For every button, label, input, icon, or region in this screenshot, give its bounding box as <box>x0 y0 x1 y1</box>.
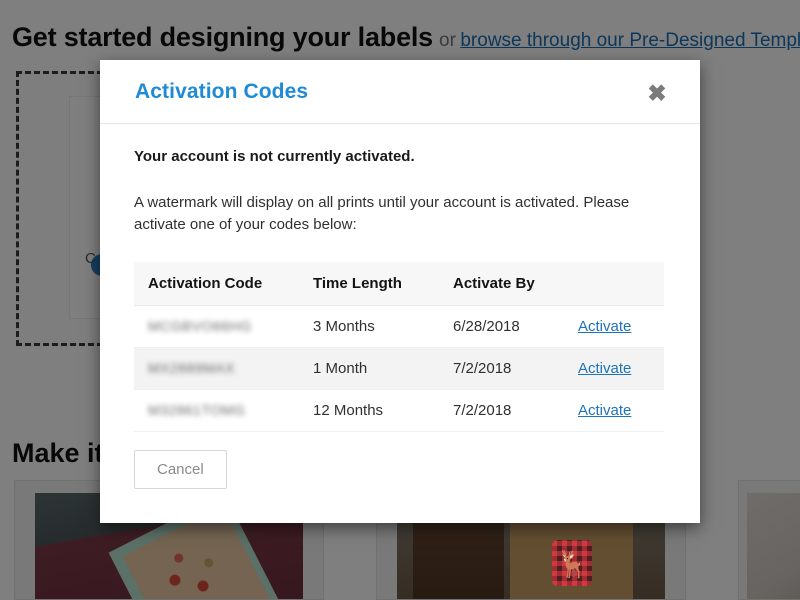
activate-link[interactable]: Activate <box>578 360 631 377</box>
column-header-time-length: Time Length <box>299 262 439 307</box>
deer-tag-icon: 🦌 <box>552 539 593 586</box>
modal-footer: Cancel <box>100 450 700 523</box>
cell-action: Activate <box>564 389 664 433</box>
column-header-activate-by: Activate By <box>439 262 564 307</box>
cancel-button[interactable]: Cancel <box>134 450 227 489</box>
activation-codes-table: Activation Code Time Length Activate By … <box>134 262 664 433</box>
cell-activation-code: M32861TOMG <box>134 389 299 433</box>
cell-time-length: 3 Months <box>299 305 439 349</box>
activate-link[interactable]: Activate <box>578 402 631 419</box>
table-row: M32861TOMG 12 Months 7/2/2018 Activate <box>134 389 664 433</box>
redacted-activation-code: MX2889MAX <box>148 360 235 377</box>
screen-root: Get started designing your labelsor brow… <box>0 0 800 600</box>
column-header-action <box>564 262 664 307</box>
activation-codes-modal: Activation Codes ✖ Your account is not c… <box>100 60 700 523</box>
table-row: MX2889MAX 1 Month 7/2/2018 Activate <box>134 347 664 391</box>
deer-glyph: 🦌 <box>556 548 589 579</box>
cell-action: Activate <box>564 347 664 391</box>
close-icon[interactable]: ✖ <box>642 78 672 108</box>
cell-activation-code: MX2889MAX <box>134 347 299 391</box>
activation-description-text: A watermark will display on all prints u… <box>134 194 630 234</box>
cell-activate-by: 7/2/2018 <box>439 389 564 433</box>
cell-activate-by: 7/2/2018 <box>439 347 564 391</box>
cell-activation-code: MCGBVO66HG <box>134 305 299 349</box>
cell-activate-by: 6/28/2018 <box>439 305 564 349</box>
modal-body: Your account is not currently activated.… <box>100 148 700 433</box>
modal-title: Activation Codes <box>135 80 309 103</box>
redacted-activation-code: MCGBVO66HG <box>148 318 252 335</box>
table-body: MCGBVO66HG 3 Months 6/28/2018 Activate M… <box>134 305 664 433</box>
cell-action: Activate <box>564 305 664 349</box>
redacted-activation-code: M32861TOMG <box>148 402 246 419</box>
activate-link[interactable]: Activate <box>578 318 631 335</box>
activation-status-text: Your account is not currently activated. <box>134 148 415 165</box>
table-row: MCGBVO66HG 3 Months 6/28/2018 Activate <box>134 305 664 349</box>
cell-time-length: 12 Months <box>299 389 439 433</box>
column-header-activation-code: Activation Code <box>134 262 299 307</box>
cell-time-length: 1 Month <box>299 347 439 391</box>
table-head: Activation Code Time Length Activate By <box>134 262 664 307</box>
table-header-row: Activation Code Time Length Activate By <box>134 262 664 307</box>
modal-header: Activation Codes ✖ <box>100 60 700 124</box>
